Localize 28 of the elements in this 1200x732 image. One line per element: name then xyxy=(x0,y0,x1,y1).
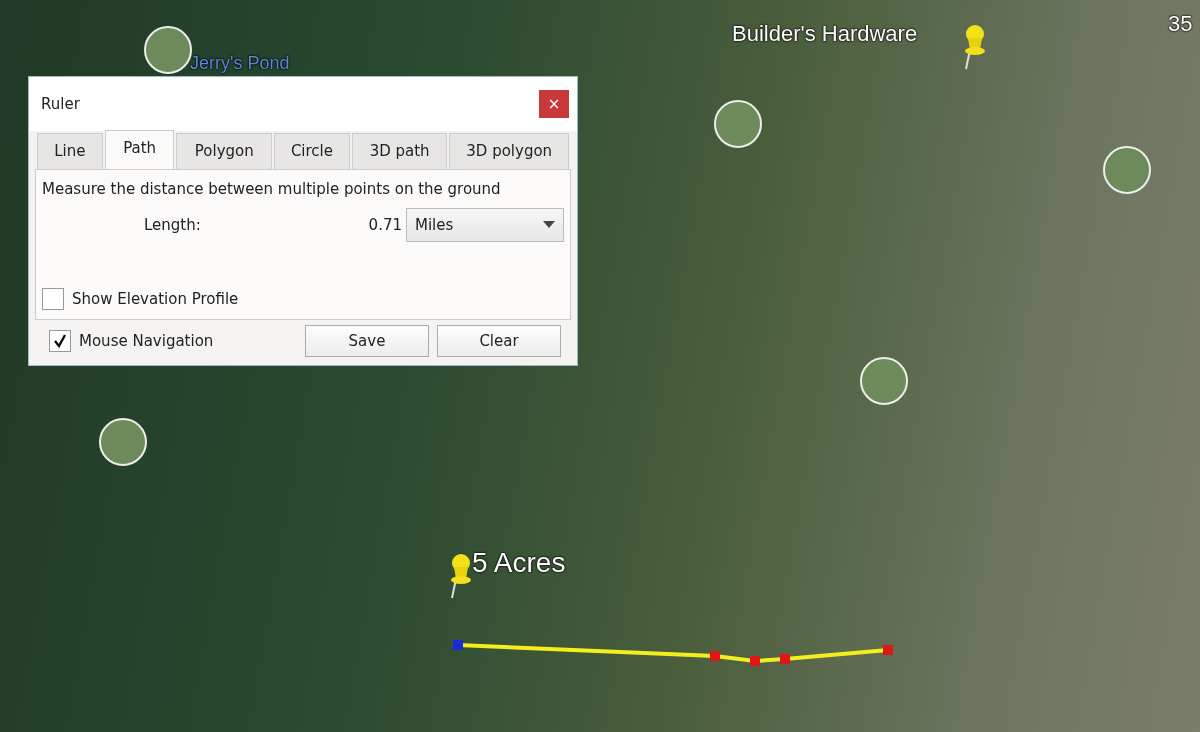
checkbox-label: Show Elevation Profile xyxy=(72,289,239,310)
checkbox[interactable] xyxy=(42,288,64,311)
photo-placeholder[interactable] xyxy=(714,100,762,148)
place-label: Builder's Hardware xyxy=(732,22,918,47)
close-button[interactable]: × xyxy=(539,90,569,118)
checkbox[interactable] xyxy=(49,330,71,352)
length-label: Length: xyxy=(144,214,201,236)
tab[interactable]: 3D polygon xyxy=(449,133,569,169)
clear-button[interactable]: Clear xyxy=(437,325,561,357)
tab[interactable]: Circle xyxy=(274,133,350,169)
tab[interactable]: Line xyxy=(37,133,103,169)
save-button[interactable]: Save xyxy=(305,325,429,357)
length-value: 0.71 xyxy=(368,214,402,236)
checkbox-label: Mouse Navigation xyxy=(79,330,214,352)
dialog-title: Ruler xyxy=(41,93,80,115)
dropdown-caret-icon xyxy=(543,221,555,229)
tab[interactable]: Polygon xyxy=(176,133,273,169)
check-mark-icon xyxy=(53,334,67,348)
photo-placeholder[interactable] xyxy=(144,26,192,74)
road-number-label: 35 xyxy=(1168,12,1193,37)
place-label: Jerry's Pond xyxy=(190,54,290,74)
photo-placeholder[interactable] xyxy=(860,357,908,405)
photo-placeholder[interactable] xyxy=(99,418,147,466)
tab[interactable]: Path xyxy=(104,130,175,169)
tab[interactable]: 3D path xyxy=(351,133,448,169)
units-dropdown[interactable]: Miles xyxy=(406,208,564,242)
description-text: Measure the distance between multiple points on the ground xyxy=(42,178,502,200)
placemark-label: 5 Acres xyxy=(472,548,566,579)
